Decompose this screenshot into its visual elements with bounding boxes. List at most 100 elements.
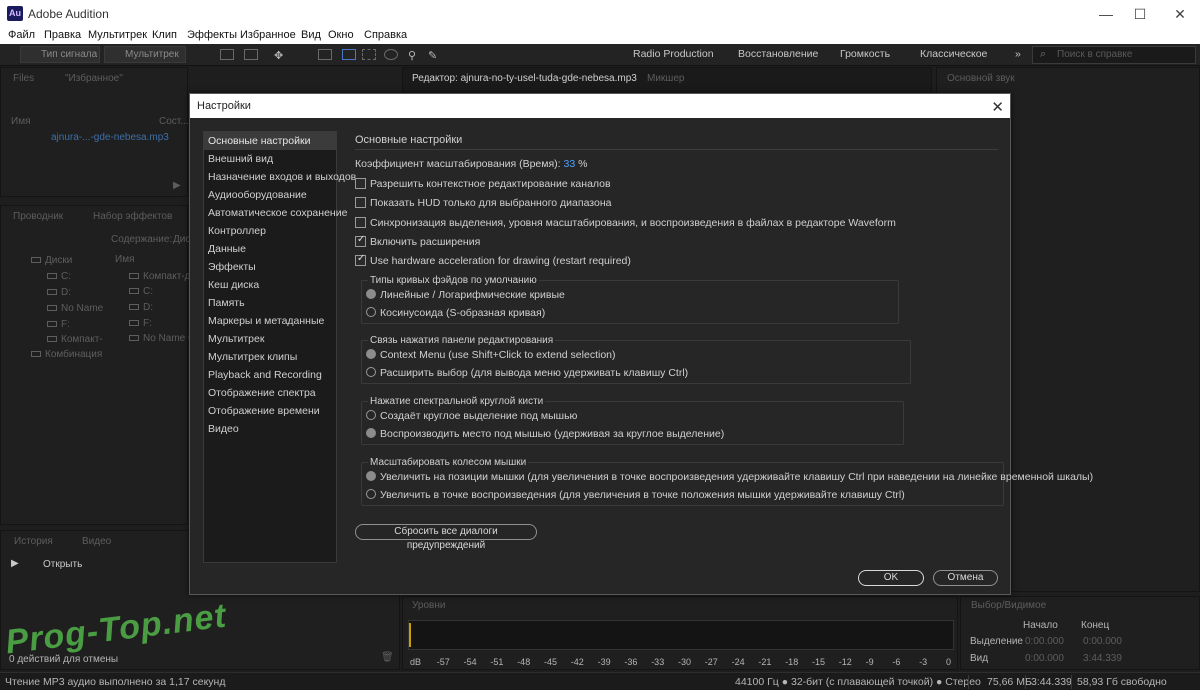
nav-item[interactable]: Аудиооборудование xyxy=(204,186,336,204)
tab-effects-rack[interactable]: Набор эффектов xyxy=(93,211,172,222)
radio-button[interactable] xyxy=(366,349,376,359)
nav-item[interactable]: Маркеры и метаданные xyxy=(204,312,336,330)
list-f[interactable]: F: xyxy=(129,318,152,329)
tab-history[interactable]: История xyxy=(14,536,53,547)
menu-favorites[interactable]: Избранное xyxy=(240,29,296,41)
tree-combination[interactable]: Комбинация xyxy=(31,349,102,360)
menu-help[interactable]: Справка xyxy=(364,29,407,41)
menu-multitrack[interactable]: Мультитрек xyxy=(88,29,147,41)
lasso-tool-icon[interactable] xyxy=(384,49,398,60)
workspace-radio-production[interactable]: Radio Production xyxy=(633,48,714,60)
selection-start-value[interactable]: 0:00.000 xyxy=(1025,636,1064,647)
nav-item[interactable]: Внешний вид xyxy=(204,150,336,168)
menu-clip[interactable]: Клип xyxy=(152,29,177,41)
tree-drive-f[interactable]: F: xyxy=(47,319,70,330)
pitch-display-icon[interactable] xyxy=(244,49,258,60)
checkbox-row[interactable]: Показать HUD только для выбранного диапа… xyxy=(355,197,611,209)
menu-effects[interactable]: Эффекты xyxy=(187,29,237,41)
menu-window[interactable]: Окно xyxy=(328,29,354,41)
cancel-button[interactable]: Отмена xyxy=(933,570,998,586)
tree-disks[interactable]: Диски xyxy=(31,255,72,266)
radio-button[interactable] xyxy=(366,410,376,420)
radio-button[interactable] xyxy=(366,289,376,299)
checkbox-row[interactable]: Включить расширения xyxy=(355,234,480,248)
tab-editor[interactable]: Редактор: ajnura-no-ty-usel-tuda-gde-neb… xyxy=(412,73,637,84)
checkbox[interactable] xyxy=(355,178,366,189)
tab-favorites[interactable]: "Избранное" xyxy=(65,73,123,84)
move-tool-icon[interactable]: ✥ xyxy=(274,49,288,62)
nav-item[interactable]: Отображение спектра xyxy=(204,384,336,402)
nav-item[interactable]: Контроллер xyxy=(204,222,336,240)
close-button[interactable]: ✕ xyxy=(1160,0,1200,28)
tab-mixer[interactable]: Микшер xyxy=(647,73,684,84)
tab-files[interactable]: Files xyxy=(13,73,34,84)
list-c[interactable]: C: xyxy=(129,286,153,297)
nav-item[interactable]: Данные xyxy=(204,240,336,258)
brush-tool-icon[interactable]: ⚲ xyxy=(408,49,422,62)
tree-drive-d[interactable]: D: xyxy=(47,287,71,298)
workspace-classic[interactable]: Классическое xyxy=(920,48,987,60)
workspace-loudness[interactable]: Громкость xyxy=(840,48,890,60)
nav-item[interactable]: Автоматическое сохранение xyxy=(204,204,347,222)
marquee-tool-icon[interactable] xyxy=(362,49,376,60)
nav-item[interactable]: Кеш диска xyxy=(204,276,336,294)
multitrack-view-button[interactable]: Мультитрек xyxy=(104,46,186,63)
radio-option[interactable]: Расширить выбор (для вывода меню удержив… xyxy=(366,367,688,379)
workspace-restoration[interactable]: Восстановление xyxy=(738,48,818,60)
radio-button[interactable] xyxy=(366,307,376,317)
view-end-value[interactable]: 3:44.339 xyxy=(1083,653,1122,664)
radio-option[interactable]: Линейные / Логарифмические кривые xyxy=(366,289,565,301)
more-workspaces-button[interactable]: » xyxy=(1015,48,1021,60)
tree-drive-c[interactable]: C: xyxy=(47,271,71,282)
radio-button[interactable] xyxy=(366,367,376,377)
tab-explorer[interactable]: Проводник xyxy=(13,211,63,222)
checkbox-row[interactable]: Синхронизация выделения, уровня масштаби… xyxy=(355,217,896,229)
maximize-button[interactable]: ☐ xyxy=(1120,0,1160,28)
play-icon[interactable]: ▶ xyxy=(173,180,181,191)
radio-option[interactable]: Context Menu (use Shift+Click to extend … xyxy=(366,349,616,361)
menu-edit[interactable]: Правка xyxy=(44,29,81,41)
nav-item[interactable]: Отображение времени xyxy=(204,402,336,420)
menu-view[interactable]: Вид xyxy=(301,29,321,41)
waveform-view-button[interactable]: Тип сигнала xyxy=(20,46,100,63)
checkbox[interactable] xyxy=(355,253,366,266)
trash-icon[interactable]: 🗑 xyxy=(381,652,394,663)
reset-warnings-button[interactable]: Сбросить все диалоги предупреждений xyxy=(355,524,537,551)
dialog-close-button[interactable]: ✕ xyxy=(991,96,1004,120)
zoom-factor-value[interactable]: 33 xyxy=(564,158,576,170)
radio-button[interactable] xyxy=(366,428,376,438)
content-value[interactable]: Дис xyxy=(173,234,190,245)
checkbox-row[interactable]: Use hardware acceleration for drawing (r… xyxy=(355,253,631,267)
checkbox-row[interactable]: Разрешить контекстное редактирование кан… xyxy=(355,178,611,190)
list-cd[interactable]: Компакт-д xyxy=(129,271,190,282)
ok-button[interactable]: OK xyxy=(858,570,924,586)
checkbox[interactable] xyxy=(355,217,366,228)
nav-item[interactable]: Основные настройки xyxy=(204,132,336,150)
radio-button[interactable] xyxy=(366,471,376,481)
razor-tool-icon[interactable] xyxy=(342,49,356,60)
nav-item[interactable]: Назначение входов и выходов xyxy=(204,168,356,186)
selection-end-value[interactable]: 0:00.000 xyxy=(1083,636,1122,647)
radio-option[interactable]: Косинусоида (S-образная кривая) xyxy=(366,307,545,319)
radio-option[interactable]: Увеличить в точке воспроизведения (для у… xyxy=(366,489,905,501)
radio-button[interactable] xyxy=(366,489,376,499)
tree-drive-cd[interactable]: Компакт- xyxy=(47,334,103,345)
radio-option[interactable]: Создаёт круглое выделение под мышью xyxy=(366,410,577,422)
nav-item[interactable]: Мультитрек xyxy=(204,330,336,348)
time-selection-icon[interactable] xyxy=(318,49,332,60)
history-item-open[interactable]: Открыть xyxy=(43,559,82,570)
radio-option[interactable]: Увеличить на позиции мышки (для увеличен… xyxy=(366,471,1093,483)
nav-item[interactable]: Видео xyxy=(204,420,336,438)
nav-item[interactable]: Playback and Recording xyxy=(204,366,336,384)
spectral-display-icon[interactable] xyxy=(220,49,234,60)
nav-item[interactable]: Эффекты xyxy=(204,258,336,276)
menu-file[interactable]: Файл xyxy=(8,29,35,41)
tab-video[interactable]: Видео xyxy=(82,536,111,547)
list-d[interactable]: D: xyxy=(129,302,153,313)
nav-item[interactable]: Мультитрек клипы xyxy=(204,348,336,366)
checkbox[interactable] xyxy=(355,197,366,208)
tree-drive-noname[interactable]: No Name xyxy=(47,303,103,314)
list-noname[interactable]: No Name C xyxy=(129,333,195,344)
help-search-input[interactable]: Поиск в справке xyxy=(1032,46,1196,64)
nav-item[interactable]: Память xyxy=(204,294,336,312)
